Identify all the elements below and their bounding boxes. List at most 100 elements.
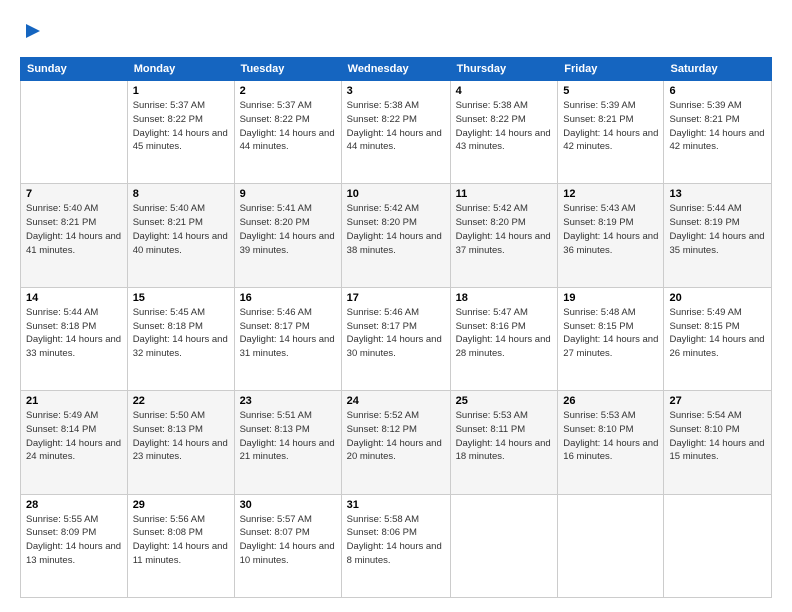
day-number: 22	[133, 395, 229, 407]
day-number: 5	[563, 85, 658, 97]
day-cell: 30Sunrise: 5:57 AMSunset: 8:07 PMDayligh…	[234, 494, 341, 597]
header	[20, 18, 772, 47]
weekday-saturday: Saturday	[664, 58, 772, 81]
day-number: 24	[347, 395, 445, 407]
day-cell: 3 Sunrise: 5:38 AMSunset: 8:22 PMDaylight…	[341, 81, 450, 184]
day-number: 12	[563, 188, 658, 200]
day-cell: 22 Sunrise: 5:50 AMSunset: 8:13 PMDayligh…	[127, 391, 234, 494]
day-cell: 29 Sunrise: 5:56 AMSunset: 8:08 PMDayligh…	[127, 494, 234, 597]
day-info: Sunrise: 5:56 AMSunset: 8:08 PMDaylight:…	[133, 513, 229, 568]
day-cell: 15Sunrise: 5:45 AMSunset: 8:18 PMDayligh…	[127, 287, 234, 390]
day-info: Sunrise: 5:38 AMSunset: 8:22 PMDaylight:…	[456, 99, 553, 154]
weekday-header-row: SundayMondayTuesdayWednesdayThursdayFrid…	[21, 58, 772, 81]
day-cell: 27 Sunrise: 5:54 AMSunset: 8:10 PMDayligh…	[664, 391, 772, 494]
day-cell	[558, 494, 664, 597]
day-info: Sunrise: 5:52 AMSunset: 8:12 PMDaylight:…	[347, 409, 445, 464]
day-number: 8	[133, 188, 229, 200]
day-cell: 14 Sunrise: 5:44 AMSunset: 8:18 PMDayligh…	[21, 287, 128, 390]
weekday-sunday: Sunday	[21, 58, 128, 81]
day-cell: 11Sunrise: 5:42 AMSunset: 8:20 PMDayligh…	[450, 184, 558, 287]
day-cell: 26Sunrise: 5:53 AMSunset: 8:10 PMDayligh…	[558, 391, 664, 494]
day-info: Sunrise: 5:46 AMSunset: 8:17 PMDaylight:…	[240, 306, 336, 361]
weekday-thursday: Thursday	[450, 58, 558, 81]
day-number: 29	[133, 499, 229, 511]
week-row-1: 1 Sunrise: 5:37 AMSunset: 8:22 PMDaylight…	[21, 81, 772, 184]
day-cell	[664, 494, 772, 597]
day-number: 27	[669, 395, 766, 407]
day-number: 13	[669, 188, 766, 200]
day-number: 21	[26, 395, 122, 407]
day-info: Sunrise: 5:40 AMSunset: 8:21 PMDaylight:…	[133, 202, 229, 257]
day-info: Sunrise: 5:37 AMSunset: 8:22 PMDaylight:…	[133, 99, 229, 154]
day-cell: 24 Sunrise: 5:52 AMSunset: 8:12 PMDayligh…	[341, 391, 450, 494]
day-info: Sunrise: 5:48 AMSunset: 8:15 PMDaylight:…	[563, 306, 658, 361]
day-number: 10	[347, 188, 445, 200]
day-number: 7	[26, 188, 122, 200]
day-cell: 9 Sunrise: 5:41 AMSunset: 8:20 PMDaylight…	[234, 184, 341, 287]
day-info: Sunrise: 5:53 AMSunset: 8:11 PMDaylight:…	[456, 409, 553, 464]
day-number: 1	[133, 85, 229, 97]
day-info: Sunrise: 5:43 AMSunset: 8:19 PMDaylight:…	[563, 202, 658, 257]
day-cell: 5Sunrise: 5:39 AMSunset: 8:21 PMDaylight…	[558, 81, 664, 184]
day-info: Sunrise: 5:45 AMSunset: 8:18 PMDaylight:…	[133, 306, 229, 361]
page: SundayMondayTuesdayWednesdayThursdayFrid…	[0, 0, 792, 612]
day-cell: 20 Sunrise: 5:49 AMSunset: 8:15 PMDayligh…	[664, 287, 772, 390]
day-info: Sunrise: 5:40 AMSunset: 8:21 PMDaylight:…	[26, 202, 122, 257]
day-number: 30	[240, 499, 336, 511]
day-info: Sunrise: 5:55 AMSunset: 8:09 PMDaylight:…	[26, 513, 122, 568]
day-cell: 13 Sunrise: 5:44 AMSunset: 8:19 PMDayligh…	[664, 184, 772, 287]
weekday-tuesday: Tuesday	[234, 58, 341, 81]
day-cell	[450, 494, 558, 597]
day-cell	[21, 81, 128, 184]
day-number: 3	[347, 85, 445, 97]
day-number: 23	[240, 395, 336, 407]
day-cell: 16Sunrise: 5:46 AMSunset: 8:17 PMDayligh…	[234, 287, 341, 390]
day-info: Sunrise: 5:44 AMSunset: 8:18 PMDaylight:…	[26, 306, 122, 361]
day-cell: 4 Sunrise: 5:38 AMSunset: 8:22 PMDaylight…	[450, 81, 558, 184]
day-number: 31	[347, 499, 445, 511]
day-info: Sunrise: 5:41 AMSunset: 8:20 PMDaylight:…	[240, 202, 336, 257]
day-cell: 31Sunrise: 5:58 AMSunset: 8:06 PMDayligh…	[341, 494, 450, 597]
day-number: 26	[563, 395, 658, 407]
day-cell: 12 Sunrise: 5:43 AMSunset: 8:19 PMDayligh…	[558, 184, 664, 287]
day-number: 17	[347, 292, 445, 304]
day-cell: 6 Sunrise: 5:39 AMSunset: 8:21 PMDaylight…	[664, 81, 772, 184]
day-cell: 23 Sunrise: 5:51 AMSunset: 8:13 PMDayligh…	[234, 391, 341, 494]
day-info: Sunrise: 5:44 AMSunset: 8:19 PMDaylight:…	[669, 202, 766, 257]
day-cell: 19Sunrise: 5:48 AMSunset: 8:15 PMDayligh…	[558, 287, 664, 390]
week-row-3: 14 Sunrise: 5:44 AMSunset: 8:18 PMDayligh…	[21, 287, 772, 390]
day-info: Sunrise: 5:39 AMSunset: 8:21 PMDaylight:…	[669, 99, 766, 154]
weekday-monday: Monday	[127, 58, 234, 81]
day-number: 28	[26, 499, 122, 511]
day-info: Sunrise: 5:50 AMSunset: 8:13 PMDaylight:…	[133, 409, 229, 464]
day-cell: 21 Sunrise: 5:49 AMSunset: 8:14 PMDayligh…	[21, 391, 128, 494]
day-cell: 2 Sunrise: 5:37 AMSunset: 8:22 PMDaylight…	[234, 81, 341, 184]
day-cell: 18 Sunrise: 5:47 AMSunset: 8:16 PMDayligh…	[450, 287, 558, 390]
week-row-2: 7 Sunrise: 5:40 AMSunset: 8:21 PMDaylight…	[21, 184, 772, 287]
day-cell: 8 Sunrise: 5:40 AMSunset: 8:21 PMDaylight…	[127, 184, 234, 287]
day-number: 2	[240, 85, 336, 97]
day-info: Sunrise: 5:38 AMSunset: 8:22 PMDaylight:…	[347, 99, 445, 154]
day-number: 20	[669, 292, 766, 304]
day-info: Sunrise: 5:47 AMSunset: 8:16 PMDaylight:…	[456, 306, 553, 361]
day-info: Sunrise: 5:37 AMSunset: 8:22 PMDaylight:…	[240, 99, 336, 154]
day-info: Sunrise: 5:49 AMSunset: 8:15 PMDaylight:…	[669, 306, 766, 361]
day-info: Sunrise: 5:42 AMSunset: 8:20 PMDaylight:…	[456, 202, 553, 257]
day-cell: 28 Sunrise: 5:55 AMSunset: 8:09 PMDayligh…	[21, 494, 128, 597]
day-cell: 7 Sunrise: 5:40 AMSunset: 8:21 PMDaylight…	[21, 184, 128, 287]
day-info: Sunrise: 5:49 AMSunset: 8:14 PMDaylight:…	[26, 409, 122, 464]
calendar-table: SundayMondayTuesdayWednesdayThursdayFrid…	[20, 57, 772, 598]
day-number: 4	[456, 85, 553, 97]
day-number: 18	[456, 292, 553, 304]
day-number: 6	[669, 85, 766, 97]
week-row-5: 28 Sunrise: 5:55 AMSunset: 8:09 PMDayligh…	[21, 494, 772, 597]
day-info: Sunrise: 5:54 AMSunset: 8:10 PMDaylight:…	[669, 409, 766, 464]
weekday-friday: Friday	[558, 58, 664, 81]
day-number: 14	[26, 292, 122, 304]
day-info: Sunrise: 5:51 AMSunset: 8:13 PMDaylight:…	[240, 409, 336, 464]
week-row-4: 21 Sunrise: 5:49 AMSunset: 8:14 PMDayligh…	[21, 391, 772, 494]
logo-arrow-icon	[22, 20, 44, 42]
day-number: 9	[240, 188, 336, 200]
weekday-wednesday: Wednesday	[341, 58, 450, 81]
day-number: 25	[456, 395, 553, 407]
